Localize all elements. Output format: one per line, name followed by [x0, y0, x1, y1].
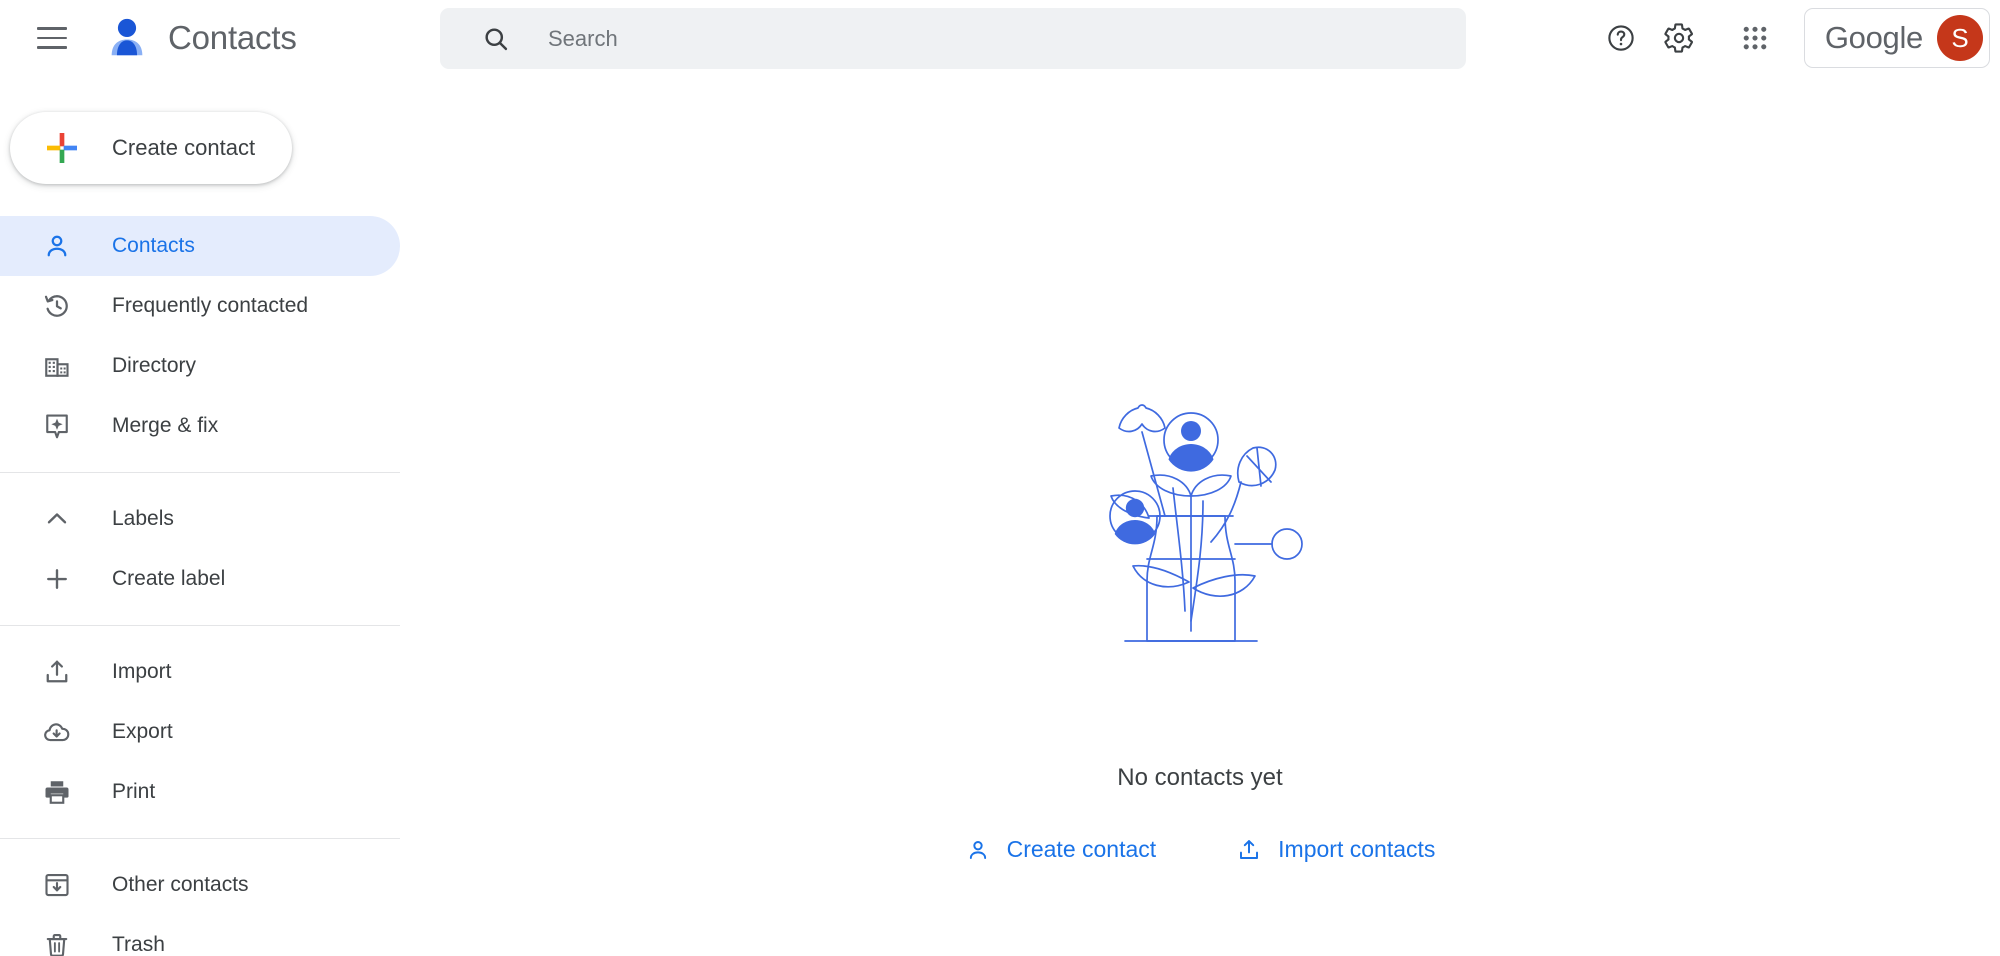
- gear-icon[interactable]: [1650, 9, 1708, 67]
- hamburger-menu-icon[interactable]: [22, 8, 82, 68]
- sidebar-item-label: Import: [112, 660, 172, 683]
- hamburger-line: [37, 27, 67, 30]
- empty-action-label: Import contacts: [1278, 836, 1436, 862]
- flower-vase-contacts-illustration: [1109, 404, 1303, 642]
- hamburger-line: [37, 46, 67, 49]
- archive-down-icon: [45, 873, 69, 897]
- sidebar-item-trash[interactable]: Trash: [0, 915, 400, 956]
- sidebar-item-label: Create label: [112, 567, 226, 590]
- sidebar-item-label: Directory: [112, 354, 197, 377]
- apps-grid-icon[interactable]: [1726, 9, 1784, 67]
- printer-icon: [45, 781, 69, 804]
- sidebar-item-label: Contacts: [112, 234, 195, 257]
- upload-icon: [1240, 839, 1259, 859]
- trash-icon: [46, 933, 68, 956]
- main-content: No contacts yet Create contact Import co…: [400, 76, 2000, 956]
- search-bar[interactable]: [440, 8, 1466, 69]
- help-circle-icon[interactable]: [1592, 9, 1650, 67]
- history-clock-icon: [44, 295, 68, 317]
- sidebar-item-label: Trash: [112, 933, 165, 956]
- app-brand[interactable]: Contacts: [104, 15, 297, 61]
- person-icon: [47, 235, 67, 257]
- create-contact-label: Create contact: [112, 135, 256, 160]
- hamburger-line: [37, 36, 67, 40]
- sidebar-item-print[interactable]: Print: [0, 762, 400, 822]
- plus-icon: [47, 569, 67, 589]
- empty-action-label: Create contact: [1006, 836, 1157, 862]
- sidebar-item-label: Other contacts: [112, 873, 249, 896]
- sidebar-item-directory[interactable]: Directory: [0, 336, 400, 396]
- search-input[interactable]: [546, 8, 1385, 69]
- sidebar-item-label: Labels: [112, 507, 174, 530]
- search-icon: [485, 27, 508, 50]
- empty-import-contacts-link[interactable]: Import contacts: [1236, 836, 1435, 863]
- empty-state-actions: Create contact Import contacts: [965, 836, 1435, 863]
- account-button[interactable]: Google S: [1803, 8, 1990, 68]
- account-brand-label: Google: [1824, 20, 1923, 55]
- sidebar-item-other-contacts[interactable]: Other contacts: [0, 855, 400, 915]
- contacts-person-logo: [111, 18, 143, 56]
- sidebar-nav: Contacts Frequently contacted Directory …: [0, 216, 400, 956]
- google-plus-icon: [47, 133, 77, 163]
- sidebar-item-labels[interactable]: Labels: [0, 489, 400, 549]
- sidebar-item-label: Print: [112, 780, 156, 803]
- cloud-download-icon: [44, 723, 70, 742]
- chevron-up-icon: [47, 513, 67, 524]
- sidebar-item-contacts[interactable]: Contacts: [0, 216, 400, 276]
- merge-sparkle-icon: [46, 414, 68, 439]
- create-contact-button[interactable]: Create contact: [10, 112, 292, 184]
- page-title: Contacts: [168, 19, 297, 56]
- sidebar-item-merge-and-fix[interactable]: Merge & fix: [0, 396, 400, 456]
- sidebar-item-frequently-contacted[interactable]: Frequently contacted: [0, 276, 400, 336]
- sidebar-item-label: Frequently contacted: [112, 294, 309, 317]
- upload-icon: [46, 660, 68, 683]
- sidebar: Create contact Contacts Frequently conta…: [0, 76, 400, 956]
- header-actions: Google S: [1592, 0, 1990, 76]
- sidebar-item-create-label[interactable]: Create label: [0, 549, 400, 609]
- empty-state-title: No contacts yet: [1117, 764, 1283, 791]
- google-contacts-app: Contacts Search Google S Create contact …: [0, 0, 2000, 956]
- building-icon: [45, 358, 69, 377]
- app-header: Contacts Search Google S: [0, 0, 2000, 76]
- sidebar-item-label: Export: [112, 720, 173, 743]
- empty-create-contact-link[interactable]: Create contact: [965, 836, 1157, 863]
- person-add-icon: [969, 840, 986, 859]
- sidebar-item-import[interactable]: Import: [0, 642, 400, 702]
- avatar[interactable]: S: [1937, 15, 1983, 61]
- sidebar-item-export[interactable]: Export: [0, 702, 400, 762]
- sidebar-item-label: Merge & fix: [112, 414, 219, 437]
